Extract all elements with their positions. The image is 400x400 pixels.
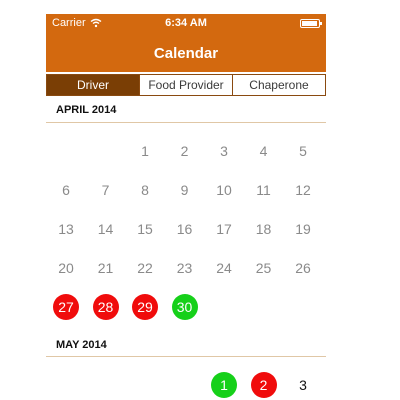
calendar-day[interactable]: 6 — [53, 177, 79, 203]
month-title: MAY 2014 — [56, 339, 107, 351]
calendar-day[interactable]: 17 — [211, 216, 237, 242]
calendar-day[interactable]: 3 — [290, 372, 316, 398]
calendar-day[interactable]: 7 — [93, 177, 119, 203]
calendar-day[interactable]: 1 — [211, 372, 237, 398]
battery-icon — [300, 19, 322, 28]
calendar-day[interactable]: 13 — [53, 216, 79, 242]
month-divider — [46, 122, 326, 123]
role-segmented-control: Driver Food Provider Chaperone — [46, 74, 326, 96]
tab-driver[interactable]: Driver — [47, 75, 139, 95]
calendar-day[interactable]: 19 — [290, 216, 316, 242]
calendar-day[interactable]: 3 — [211, 138, 237, 164]
calendar-day[interactable]: 2 — [250, 372, 277, 398]
calendar-day[interactable]: 8 — [132, 177, 158, 203]
calendar-day[interactable]: 28 — [92, 294, 119, 320]
calendar-day[interactable]: 27 — [53, 294, 79, 320]
calendar-day[interactable]: 15 — [132, 216, 158, 242]
calendar-day[interactable]: 26 — [290, 255, 316, 281]
calendar-day[interactable]: 1 — [132, 138, 158, 164]
month-header-may: MAY 2014 — [46, 332, 326, 358]
page-title: Calendar — [153, 44, 219, 62]
calendar-day[interactable]: 5 — [290, 138, 316, 164]
month-title: APRIL 2014 — [56, 104, 117, 116]
calendar-day[interactable]: 12 — [290, 177, 316, 203]
calendar-day[interactable]: 18 — [251, 216, 277, 242]
calendar-day[interactable]: 30 — [171, 294, 198, 320]
month-divider — [46, 356, 326, 357]
calendar-day[interactable]: 25 — [251, 255, 277, 281]
calendar-day[interactable]: 29 — [132, 294, 158, 320]
tab-chaperone[interactable]: Chaperone — [232, 75, 325, 95]
calendar-day[interactable]: 23 — [172, 255, 198, 281]
calendar-day[interactable]: 2 — [172, 138, 198, 164]
calendar-day[interactable]: 20 — [53, 255, 79, 281]
status-bar: Carrier 6:34 AM — [46, 14, 326, 34]
calendar-day[interactable]: 24 — [211, 255, 237, 281]
calendar-day[interactable]: 22 — [132, 255, 158, 281]
calendar-day[interactable]: 11 — [251, 177, 277, 203]
nav-bar: Calendar — [46, 34, 326, 72]
app-screen: Carrier 6:34 AM Calendar Driver Food Pro… — [46, 14, 326, 400]
calendar-day[interactable]: 14 — [93, 216, 119, 242]
calendar-day[interactable]: 21 — [93, 255, 119, 281]
calendar-day[interactable]: 16 — [172, 216, 198, 242]
status-time: 6:34 AM — [165, 17, 207, 29]
calendar-day[interactable]: 4 — [251, 138, 277, 164]
tab-food-provider[interactable]: Food Provider — [139, 75, 232, 95]
month-header-april: APRIL 2014 — [46, 97, 326, 123]
calendar-day[interactable]: 10 — [211, 177, 237, 203]
calendar-day[interactable]: 9 — [172, 177, 198, 203]
